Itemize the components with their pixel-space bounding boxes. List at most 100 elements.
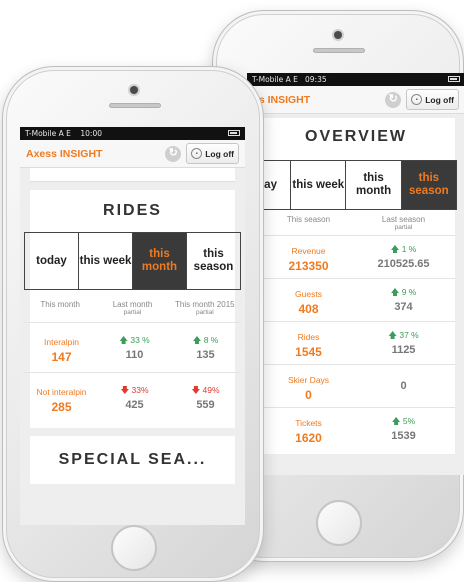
metric-value: 0: [305, 388, 312, 402]
metric-cell: Rides 1545: [261, 327, 356, 359]
change-value: 8 %: [203, 334, 219, 345]
metric-value: 408: [298, 302, 319, 316]
col-last-month-sub: partial: [123, 309, 142, 316]
overview-card: OVERVIEW day this week this month this s…: [247, 118, 457, 454]
metric-value: 285: [51, 399, 72, 414]
logoff-label: Log off: [205, 148, 234, 159]
rides-card: RIDES today this week this month this se…: [24, 190, 241, 428]
metric-label: Interalpin: [44, 336, 79, 347]
comparison-cell: 🡅 8 % 135: [170, 335, 241, 361]
app-header: Axess INSIGHT ↻ ▪ Log off: [20, 140, 245, 168]
tab-this-season[interactable]: this season: [401, 161, 456, 209]
arrow-up-icon: 🡅: [391, 416, 403, 426]
metric-value: 213350: [288, 259, 329, 273]
metric-cell: Interalpin 147: [24, 332, 99, 364]
clock-label: 09:35: [305, 75, 327, 84]
change-value: 49%: [202, 384, 220, 395]
comparison-cell: 🡅 9 % 374: [356, 287, 451, 313]
tab-this-week[interactable]: this week: [291, 161, 347, 209]
carrier-label: T-Mobile A E: [252, 75, 298, 84]
overview-row: Revenue 213350 🡅 1 % 210525.65: [257, 235, 455, 278]
rides-row: Not interalpin 285 🡇 33% 425 🡇 49% 559: [24, 372, 241, 422]
change-indicator: 🡅 33 %: [99, 335, 170, 349]
rides-rows: Interalpin 147 🡅 33 % 110 🡅 8 % 135 Not …: [24, 322, 241, 422]
change-value: 33%: [131, 384, 149, 395]
comparison-cell: 🡅 1 % 210525.65: [356, 244, 451, 270]
previous-value: 1125: [391, 344, 416, 356]
status-bar: T-Mobile A E 09:35: [247, 73, 464, 86]
comparison-cell: 🡇 49% 559: [170, 385, 241, 411]
front-phone: T-Mobile A E 10:00 Axess INSIGHT ↻ ▪ Log…: [2, 66, 264, 582]
metric-label: Skier Days: [287, 375, 330, 385]
col-last-month: Last month: [112, 300, 153, 309]
earpiece: [109, 103, 161, 108]
change-value: 9 %: [401, 287, 417, 297]
earpiece: [313, 48, 365, 53]
arrow-up-icon: 🡅: [119, 334, 131, 345]
previous-value: 559: [196, 398, 215, 411]
refresh-icon[interactable]: ↻: [385, 91, 402, 108]
tab-this-month[interactable]: this month: [133, 233, 187, 289]
overview-row: Tickets 1620 🡅 5% 1539: [257, 407, 455, 450]
refresh-icon[interactable]: ↻: [165, 145, 182, 162]
change-value: 33 %: [130, 334, 150, 345]
metric-cell: Revenue 213350: [261, 241, 356, 273]
col-last-season-sub: partial: [394, 224, 413, 231]
overview-row: Guests 408 🡅 9 % 374: [257, 278, 455, 321]
previous-card-bottom: [30, 168, 235, 182]
arrow-up-icon: 🡅: [192, 334, 204, 345]
tab-this-month[interactable]: this month: [346, 161, 402, 209]
metric-label: Guests: [295, 289, 322, 299]
tab-this-week[interactable]: this week: [79, 233, 133, 289]
arrow-down-icon: 🡇: [120, 384, 132, 395]
previous-value: 1539: [391, 430, 416, 442]
metric-value: 1620: [295, 431, 322, 445]
col-this-month-2015: This month 2015: [175, 300, 235, 309]
previous-value: 425: [125, 398, 144, 411]
previous-value: 135: [196, 348, 215, 361]
overview-row: Rides 1545 🡅 37 % 1125: [257, 321, 455, 364]
section-title: RIDES: [103, 202, 162, 219]
arrow-up-icon: 🡅: [388, 330, 400, 340]
period-tabs: today this week this month this season: [24, 232, 241, 290]
app-brand: Axess INSIGHT: [26, 147, 103, 160]
col-2015-sub: partial: [195, 309, 214, 316]
metric-cell: Skier Days 0: [261, 370, 356, 402]
tab-this-season[interactable]: this season: [187, 233, 240, 289]
comparison-cell: 🡅 5% 1539: [356, 416, 451, 442]
change-value: 37 %: [399, 330, 419, 340]
rides-row: Interalpin 147 🡅 33 % 110 🡅 8 % 135: [24, 322, 241, 372]
clock-label: 10:00: [80, 129, 103, 138]
section-title: OVERVIEW: [305, 128, 407, 145]
logoff-button[interactable]: ▪ Log off: [406, 89, 459, 110]
logoff-label: Log off: [425, 94, 454, 105]
status-bar: T-Mobile A E 10:00: [20, 127, 245, 140]
metric-label: Tickets: [295, 418, 322, 428]
arrow-up-icon: 🡅: [390, 244, 402, 254]
metric-cell: Guests 408: [261, 284, 356, 316]
tab-today[interactable]: today: [25, 233, 79, 289]
home-button[interactable]: [316, 500, 362, 546]
carrier-label: T-Mobile A E: [25, 129, 71, 138]
change-indicator: 🡅 8 %: [170, 335, 241, 349]
change-indicator: 🡇 49%: [170, 385, 241, 399]
metric-value: 147: [51, 349, 72, 364]
change-indicator: 🡅 9 %: [356, 287, 451, 301]
col-this-season: This season: [286, 215, 331, 224]
logoff-button[interactable]: ▪ Log off: [186, 143, 239, 164]
front-phone-screen: T-Mobile A E 10:00 Axess INSIGHT ↻ ▪ Log…: [20, 127, 245, 525]
col-this-month: This month: [40, 300, 80, 309]
home-button[interactable]: [111, 525, 157, 571]
special-season-title: SPECIAL SEA...: [58, 451, 207, 468]
front-camera-icon: [334, 31, 342, 39]
battery-icon: [228, 127, 240, 140]
period-tabs: day this week this month this season: [247, 160, 457, 210]
comparison-cell: 0: [356, 380, 451, 392]
lock-icon: ▪: [411, 94, 423, 105]
special-season-card[interactable]: SPECIAL SEA...: [30, 436, 235, 484]
arrow-up-icon: 🡅: [390, 287, 402, 297]
lock-icon: ▪: [191, 148, 203, 159]
change-value: 1 %: [401, 244, 417, 254]
column-headers: This season Last season partial: [257, 215, 455, 231]
comparison-cell: 🡅 33 % 110: [99, 335, 170, 361]
